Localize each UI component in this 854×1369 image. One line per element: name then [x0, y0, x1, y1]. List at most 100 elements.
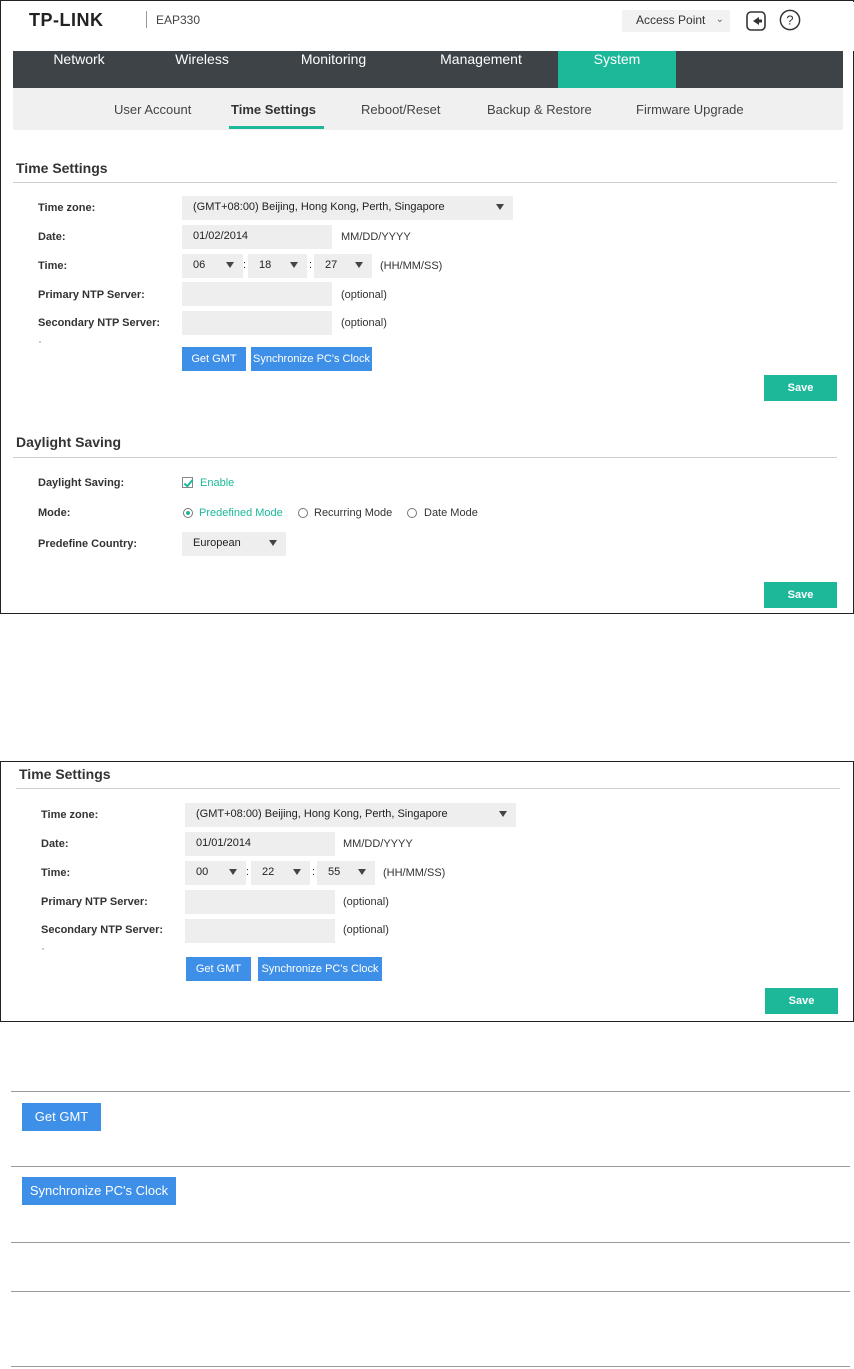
second-value: 27 — [325, 259, 338, 271]
second-select[interactable]: 55 — [317, 861, 375, 885]
active-tab-indicator — [229, 126, 324, 129]
primary-ntp-input[interactable] — [185, 890, 335, 914]
date-mode-label: Date Mode — [424, 507, 478, 519]
dropdown-arrow-icon — [496, 204, 504, 210]
enable-checkbox-label: Enable — [200, 477, 235, 489]
mode-dropdown[interactable]: Access Point ⌄ — [622, 10, 730, 32]
nav-wireless[interactable]: Wireless — [156, 51, 248, 88]
secondary-ntp-label: Secondary NTP Server: — [41, 924, 164, 936]
dropdown-arrow-icon — [290, 262, 298, 268]
section-divider — [16, 788, 840, 789]
dropdown-arrow-icon — [229, 869, 237, 875]
save-button[interactable]: Save — [765, 988, 838, 1014]
hour-value: 00 — [196, 866, 209, 878]
timezone-value: (GMT+08:00) Beijing, Hong Kong, Perth, S… — [196, 808, 448, 820]
table-row-divider — [11, 1091, 850, 1092]
timezone-value: (GMT+08:00) Beijing, Hong Kong, Perth, S… — [193, 201, 445, 213]
time-separator: : — [309, 259, 313, 271]
table-row-divider — [11, 1242, 850, 1243]
secondary-ntp-label: Secondary NTP Server: — [38, 317, 161, 329]
recurring-mode-label: Recurring Mode — [314, 507, 393, 519]
dropdown-arrow-icon — [269, 540, 277, 546]
hour-select[interactable]: 00 — [185, 861, 246, 885]
logout-icon[interactable] — [745, 10, 767, 32]
dropdown-arrow-icon — [355, 262, 363, 268]
date-label: Date: — [41, 838, 69, 850]
screenshot-frame-2: Time Settings Time zone: (GMT+08:00) Bei… — [0, 761, 854, 1022]
help-icon[interactable]: ? — [779, 9, 801, 31]
nav-management[interactable]: Management — [419, 51, 543, 88]
save-button[interactable]: Save — [764, 375, 837, 401]
secondary-ntp-input[interactable] — [182, 311, 332, 335]
decorative-dot — [42, 948, 44, 950]
date-input[interactable]: 01/01/2014 — [185, 832, 335, 856]
header-divider — [146, 11, 147, 28]
get-gmt-button-large[interactable]: Get GMT — [22, 1103, 101, 1131]
primary-ntp-input[interactable] — [182, 282, 332, 306]
get-gmt-button[interactable]: Get GMT — [182, 347, 246, 371]
daylight-saving-label: Daylight Saving: — [38, 477, 125, 489]
top-header: TP-LINK EAP330 Access Point ⌄ ? — [2, 2, 854, 51]
timezone-label: Time zone: — [38, 202, 96, 214]
dropdown-arrow-icon — [293, 869, 301, 875]
time-separator: : — [243, 259, 247, 271]
timezone-select[interactable]: (GMT+08:00) Beijing, Hong Kong, Perth, S… — [185, 803, 516, 827]
dropdown-arrow-icon — [358, 869, 366, 875]
subnav-reboot-reset[interactable]: Reboot/Reset — [361, 102, 441, 117]
date-mode-radio[interactable] — [407, 508, 417, 518]
date-format-hint: MM/DD/YYYY — [343, 838, 413, 850]
dropdown-arrow-icon — [499, 811, 507, 817]
dropdown-arrow-icon — [226, 262, 234, 268]
minute-value: 18 — [259, 259, 272, 271]
minute-select[interactable]: 18 — [248, 254, 307, 278]
minute-select[interactable]: 22 — [251, 861, 310, 885]
primary-ntp-label: Primary NTP Server: — [38, 289, 145, 301]
country-select[interactable]: European — [182, 532, 286, 556]
sub-nav: User Account Time Settings Reboot/Reset … — [13, 88, 843, 130]
subnav-time-settings[interactable]: Time Settings — [231, 102, 316, 117]
timezone-label: Time zone: — [41, 809, 99, 821]
hour-select[interactable]: 06 — [182, 254, 243, 278]
recurring-mode-radio[interactable] — [298, 508, 308, 518]
section-title-time-settings: Time Settings — [16, 160, 108, 176]
secondary-ntp-hint: (optional) — [343, 924, 389, 936]
table-row-divider — [11, 1166, 850, 1167]
timezone-select[interactable]: (GMT+08:00) Beijing, Hong Kong, Perth, S… — [182, 196, 513, 220]
decorative-dot — [39, 341, 41, 343]
get-gmt-button[interactable]: Get GMT — [186, 957, 251, 981]
sync-pc-clock-button[interactable]: Synchronize PC's Clock — [251, 347, 372, 371]
subnav-backup-restore[interactable]: Backup & Restore — [487, 102, 592, 117]
section-divider — [13, 457, 837, 458]
minute-value: 22 — [262, 866, 275, 878]
svg-text:?: ? — [786, 13, 793, 28]
model-name: EAP330 — [156, 13, 201, 27]
section-title-time-settings: Time Settings — [19, 766, 111, 782]
main-nav: Network Wireless Monitoring Management S… — [13, 51, 843, 88]
time-separator: : — [246, 866, 250, 878]
mode-label: Mode: — [38, 507, 71, 519]
nav-monitoring[interactable]: Monitoring — [281, 51, 386, 88]
table-row-divider — [11, 1366, 850, 1367]
nav-network[interactable]: Network — [33, 51, 125, 88]
secondary-ntp-input[interactable] — [185, 919, 335, 943]
second-value: 55 — [328, 866, 341, 878]
screenshot-frame-1: TP-LINK EAP330 Access Point ⌄ ? Network … — [0, 0, 854, 614]
save-button[interactable]: Save — [764, 582, 837, 608]
subnav-user-account[interactable]: User Account — [114, 102, 191, 117]
second-select[interactable]: 27 — [314, 254, 372, 278]
date-format-hint: MM/DD/YYYY — [341, 231, 411, 243]
predefine-country-label: Predefine Country: — [38, 538, 138, 550]
subnav-firmware-upgrade[interactable]: Firmware Upgrade — [636, 102, 744, 117]
country-value: European — [193, 537, 241, 549]
enable-checkbox[interactable] — [182, 477, 193, 488]
time-format-hint: (HH/MM/SS) — [383, 867, 446, 879]
sync-pc-clock-button-large[interactable]: Synchronize PC's Clock — [22, 1177, 176, 1205]
time-label: Time: — [38, 260, 68, 272]
date-input[interactable]: 01/02/2014 — [182, 225, 332, 249]
predefined-mode-radio[interactable] — [183, 508, 193, 518]
predefined-mode-label: Predefined Mode — [199, 507, 283, 519]
primary-ntp-hint: (optional) — [343, 896, 389, 908]
primary-ntp-hint: (optional) — [341, 289, 387, 301]
nav-system[interactable]: System — [558, 51, 676, 88]
sync-pc-clock-button[interactable]: Synchronize PC's Clock — [258, 957, 382, 981]
